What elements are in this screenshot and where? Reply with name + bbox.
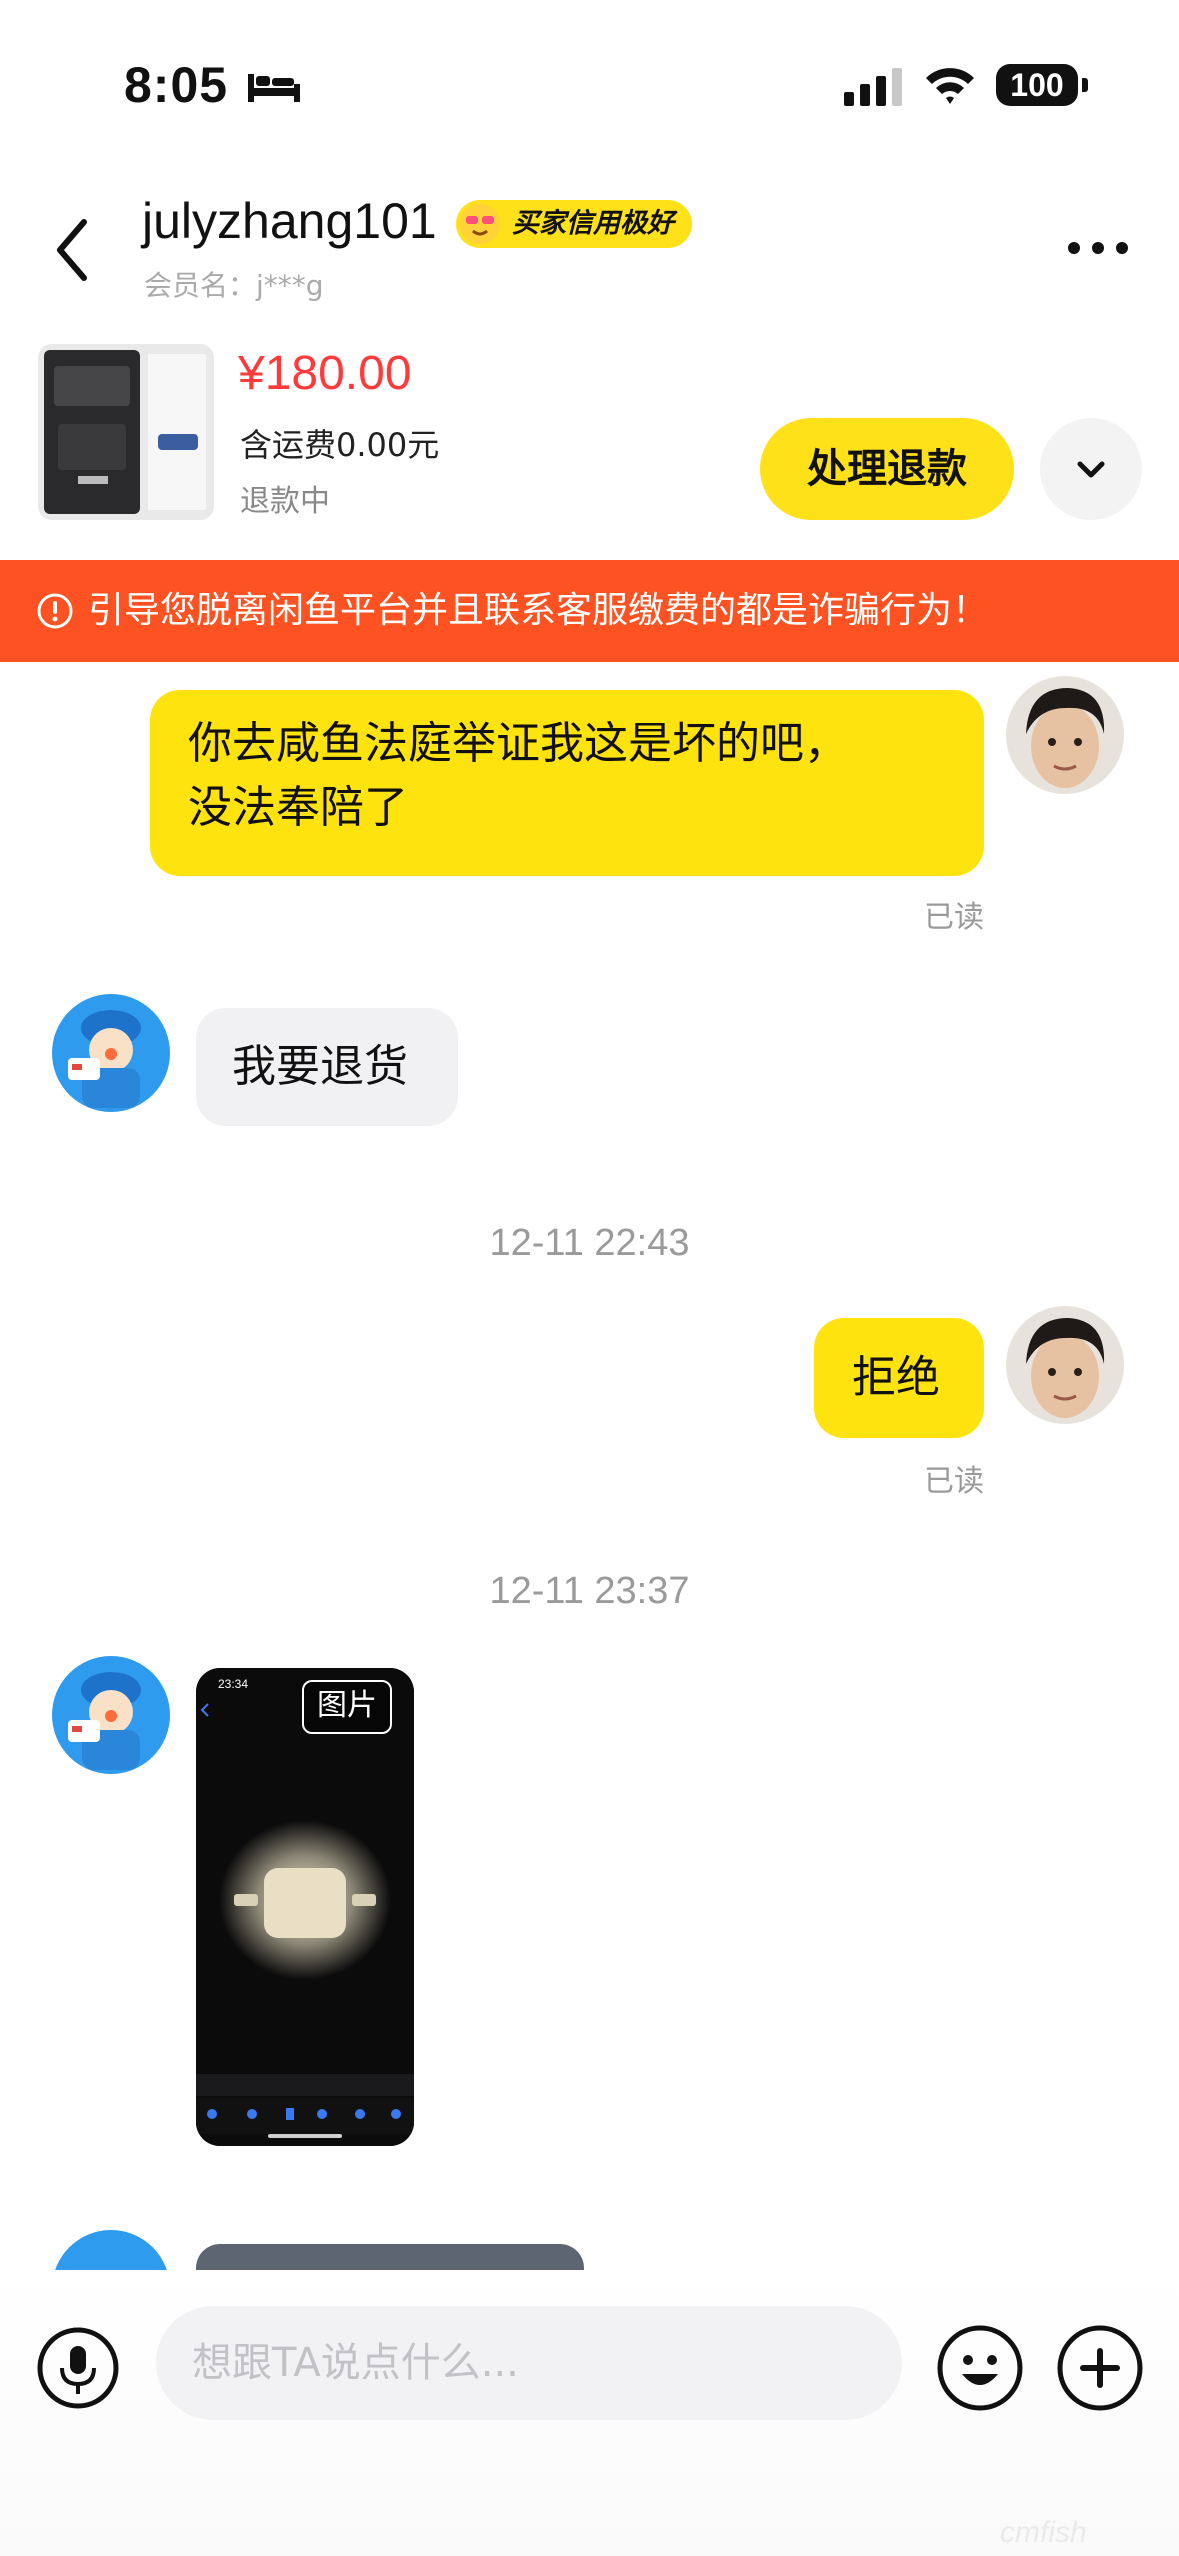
add-attachment-icon[interactable]	[1056, 2324, 1144, 2412]
message-line: 没法奉陪了	[188, 782, 408, 833]
expand-order-button[interactable]	[1040, 418, 1142, 520]
partner-avatar-cartoon	[52, 1656, 170, 1774]
battery-indicator: 100	[996, 64, 1078, 106]
chat-header: julyzhang101 买家信用极好 会员名：j***g	[0, 170, 1179, 330]
credit-badge-label: 买家信用极好	[512, 208, 674, 239]
message-timestamp: 12-11 22:43	[489, 1222, 690, 1264]
message-text: 我要退货	[232, 1041, 408, 1092]
my-avatar[interactable]	[1006, 1306, 1124, 1424]
product-card: ¥180.00 含运费0.00元 退款中 处理退款	[0, 330, 1179, 560]
my-avatar-photo	[1006, 676, 1124, 794]
process-refund-button[interactable]: 处理退款	[760, 418, 1014, 520]
image-message[interactable]	[196, 2244, 584, 2270]
wifi-icon	[926, 68, 974, 104]
shipping-fee: 含运费0.00元	[240, 426, 440, 464]
product-thumbnail[interactable]	[38, 344, 214, 520]
fraud-warning-text: 引导您脱离闲鱼平台并且联系客服缴费的都是诈骗行为！	[88, 590, 989, 631]
image-message[interactable]: 23:34 图片	[196, 1668, 414, 2146]
partner-avatar-cartoon	[52, 994, 170, 1112]
battery-tip	[1082, 78, 1088, 92]
message-timestamp: 12-11 23:37	[489, 1570, 690, 1612]
back-arrow-icon[interactable]	[42, 210, 102, 290]
message-line: 你去咸鱼法庭举证我这是坏的吧，	[188, 718, 848, 769]
cellular-signal-icon	[844, 68, 902, 106]
composer-bar	[0, 2270, 1179, 2556]
chat-partner-name[interactable]: julyzhang101	[142, 192, 437, 250]
message-bubble-received[interactable]: 我要退货	[196, 1008, 458, 1126]
microphone-icon[interactable]	[36, 2326, 120, 2410]
buyer-credit-badge[interactable]: 买家信用极好	[456, 200, 692, 248]
status-bar: 8:05 100	[0, 0, 1179, 170]
partner-avatar[interactable]	[52, 1656, 170, 1774]
chevron-down-icon	[1077, 461, 1105, 478]
partner-avatar[interactable]	[52, 2230, 170, 2270]
more-options-icon[interactable]	[1066, 238, 1130, 258]
product-price: ¥180.00	[238, 347, 412, 400]
fraud-warning-banner: 引导您脱离闲鱼平台并且联系客服缴费的都是诈骗行为！	[0, 560, 1179, 662]
message-text: 拒绝	[852, 1352, 940, 1403]
my-avatar-photo	[1006, 1306, 1124, 1424]
my-avatar[interactable]	[1006, 676, 1124, 794]
read-receipt: 已读	[924, 1464, 984, 1499]
watermark: cmfish	[1000, 2516, 1087, 2549]
partner-avatar[interactable]	[52, 994, 170, 1112]
cool-face-icon	[460, 204, 500, 244]
image-clock: 23:34	[218, 1677, 248, 1691]
read-receipt: 已读	[924, 900, 984, 935]
partial-message-row	[0, 2230, 1179, 2270]
image-tag: 图片	[302, 1680, 392, 1734]
emoji-icon[interactable]	[936, 2324, 1024, 2412]
message-bubble-sent[interactable]: 你去咸鱼法庭举证我这是坏的吧， 没法奉陪了	[150, 690, 984, 876]
member-name: 会员名：j***g	[144, 269, 324, 302]
refund-status: 退款中	[240, 484, 330, 519]
warning-icon	[37, 593, 73, 629]
product-photo	[38, 344, 214, 520]
status-time: 8:05	[124, 57, 229, 113]
message-bubble-sent[interactable]: 拒绝	[814, 1318, 984, 1438]
sleep-focus-icon	[248, 74, 300, 102]
message-input[interactable]	[156, 2306, 902, 2420]
image-preview: 23:34	[196, 1668, 414, 2146]
